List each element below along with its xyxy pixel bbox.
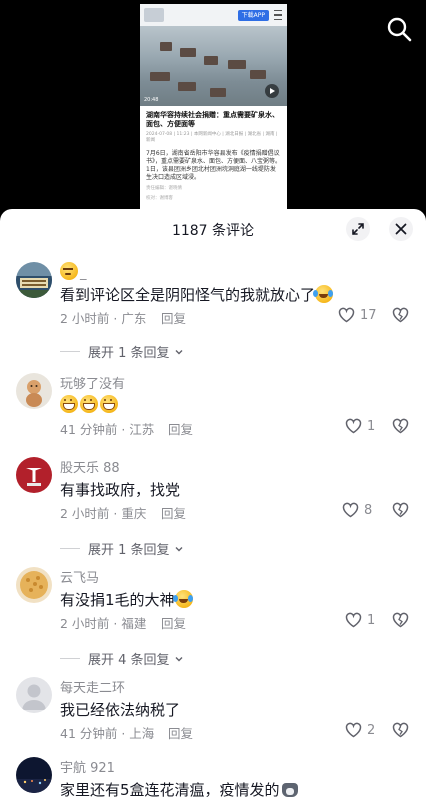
avatar[interactable] <box>16 677 52 713</box>
photo-timestamp: 20:48 <box>144 97 159 103</box>
comment-sheet-header: 1187 条评论 <box>0 209 426 249</box>
broken-heart-icon <box>392 722 409 738</box>
reply-button[interactable]: 回复 <box>168 723 193 742</box>
article-screenshot: 下载APP 20:48 湖南华容持续社会捐赠：重点需要矿泉水、面包、方便面等 2… <box>140 4 287 210</box>
like-count: 1 <box>367 418 376 434</box>
heart-icon <box>345 722 362 738</box>
comment-item: 股天乐 88 有事找政府，找党 2 小时前 · 重庆 回复 8 展开 1 条回复 <box>0 457 426 558</box>
expand-replies-button[interactable]: 展开 1 条回复 <box>60 342 184 361</box>
article-body: 7月6日，湖南省岳阳市华容县发布《疫情捐赠倡议书》，重点需要矿泉水、面包、方便面… <box>146 150 282 181</box>
reply-button[interactable]: 回复 <box>161 613 186 632</box>
heart-icon <box>345 612 362 628</box>
avatar[interactable] <box>16 262 52 298</box>
heart-icon <box>342 502 359 518</box>
article-footer-2: 校对：谢博客 <box>146 196 173 201</box>
dislike-button[interactable] <box>392 722 409 742</box>
like-count: 8 <box>364 502 373 518</box>
search-icon <box>387 17 412 42</box>
expand-icon <box>352 223 364 235</box>
search-button[interactable] <box>386 16 412 42</box>
commenter-name[interactable]: _ <box>60 262 87 281</box>
dislike-button[interactable] <box>392 307 409 327</box>
dislike-button[interactable] <box>392 612 409 632</box>
commenter-name[interactable]: 云飞马 <box>60 567 99 586</box>
heart-icon <box>338 307 355 323</box>
flood-photo: 20:48 <box>140 26 287 106</box>
broken-heart-icon <box>392 612 409 628</box>
commenter-name[interactable]: 玩够了没有 <box>60 373 125 392</box>
dislike-button[interactable] <box>392 502 409 522</box>
article-meta: 2024-07-08 | 11:23 | 本网新闻中心 | 湖北日报 | 湖北省… <box>146 132 278 143</box>
heart-icon <box>345 418 362 434</box>
grin-emoji-icon <box>80 395 98 413</box>
video-preview[interactable]: 下载APP 20:48 湖南华容持续社会捐赠：重点需要矿泉水、面包、方便面等 2… <box>0 0 426 210</box>
article-topbar: 下载APP <box>140 4 287 26</box>
expand-button[interactable] <box>346 217 370 241</box>
news-logo <box>144 8 164 22</box>
husky-emoji-icon <box>281 783 298 797</box>
like-count: 2 <box>367 722 376 738</box>
commenter-name[interactable]: 宇航 921 <box>60 757 115 776</box>
comment-text: 有事找政府，找党 <box>60 481 181 499</box>
avatar[interactable] <box>16 757 52 793</box>
avatar[interactable] <box>16 373 52 409</box>
grin-emoji-icon <box>100 395 118 413</box>
grin-emoji-icon <box>60 395 78 413</box>
like-button[interactable]: 1 <box>345 612 375 628</box>
comment-time-location: 41 分钟前 · 江苏 <box>60 422 155 437</box>
chevron-down-icon <box>175 349 183 354</box>
comment-text: 看到评论区全是阴阳怪气的我就放心了 <box>60 284 335 305</box>
expand-replies-button[interactable]: 展开 1 条回复 <box>60 539 184 558</box>
like-count: 17 <box>360 307 377 323</box>
comment-item: 每天走二环 我已经依法纳税了 41 分钟前 · 上海 回复 2 <box>0 677 426 757</box>
comment-time-location: 2 小时前 · 福建 <box>60 616 147 631</box>
broken-heart-icon <box>392 502 409 518</box>
comment-text: 家里还有5盒连花清瘟，疫情发的 <box>60 779 298 800</box>
article-headline: 湖南华容持续社会捐赠：重点需要矿泉水、面包、方便面等 <box>146 111 279 128</box>
comment-sheet: 1187 条评论 _ 看到评论区全是阴阳怪气的我就放心了 2 小时前 · 广东 … <box>0 209 426 809</box>
like-button[interactable]: 17 <box>338 307 377 323</box>
comment-text <box>60 395 120 414</box>
play-icon <box>265 84 279 98</box>
chevron-down-icon <box>175 656 183 661</box>
commenter-name[interactable]: 股天乐 88 <box>60 457 120 476</box>
like-button[interactable]: 1 <box>345 418 375 434</box>
download-app-button: 下载APP <box>237 10 269 21</box>
reply-button[interactable]: 回复 <box>161 308 186 327</box>
commenter-name[interactable]: 每天走二环 <box>60 677 125 696</box>
comment-time-location: 2 小时前 · 重庆 <box>60 506 147 521</box>
reply-button[interactable]: 回复 <box>161 503 186 522</box>
broken-heart-icon <box>392 307 409 323</box>
dislike-button[interactable] <box>392 418 409 438</box>
chevron-down-icon <box>175 546 183 551</box>
close-icon <box>395 223 407 235</box>
comment-item: 云飞马 有没捐1毛的大神 2 小时前 · 福建 回复 1 展开 4 条回复 <box>0 567 426 668</box>
article-footer: 责任编辑：谌晓倩 <box>146 186 182 191</box>
comment-item: 玩够了没有 41 分钟前 · 江苏 回复 1 <box>0 373 426 453</box>
broken-heart-icon <box>392 418 409 434</box>
comment-time-location: 2 小时前 · 广东 <box>60 311 147 326</box>
smug-emoji-icon <box>60 262 78 280</box>
reply-button[interactable]: 回复 <box>168 419 193 438</box>
comment-time-location: 41 分钟前 · 上海 <box>60 726 155 741</box>
avatar[interactable] <box>16 457 52 493</box>
comment-text: 我已经依法纳税了 <box>60 701 181 719</box>
like-button[interactable]: 2 <box>345 722 375 738</box>
laugh-cry-emoji-icon <box>172 590 193 608</box>
close-button[interactable] <box>389 217 413 241</box>
like-count: 1 <box>367 612 376 628</box>
comment-text: 有没捐1毛的大神 <box>60 589 195 610</box>
avatar[interactable] <box>16 567 52 603</box>
comment-item: _ 看到评论区全是阴阳怪气的我就放心了 2 小时前 · 广东 回复 17 展开 … <box>0 262 426 372</box>
menu-icon <box>274 10 282 20</box>
expand-replies-button[interactable]: 展开 4 条回复 <box>60 649 184 668</box>
like-button[interactable]: 8 <box>342 502 372 518</box>
laugh-cry-emoji-icon <box>313 285 334 303</box>
